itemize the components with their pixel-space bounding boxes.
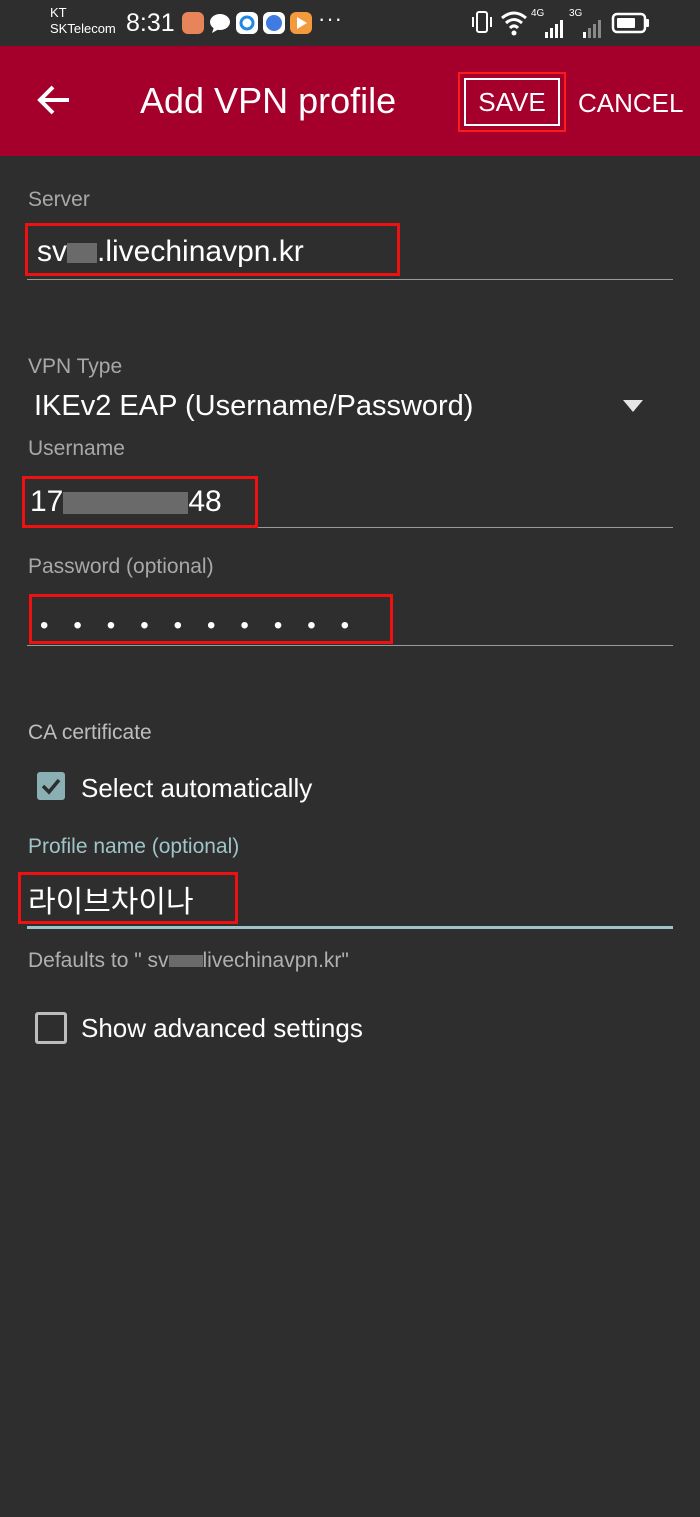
vpn-type-label: VPN Type: [28, 355, 123, 378]
profile-name-underline: [27, 926, 673, 929]
q-app-icon: [236, 12, 258, 34]
back-arrow-icon[interactable]: [36, 82, 72, 118]
profile-name-label: Profile name (optional): [28, 835, 240, 858]
vpn-type-select[interactable]: IKEv2 EAP (Username/Password): [34, 390, 473, 423]
password-highlight-box: [29, 594, 393, 644]
select-automatically-checkbox[interactable]: [37, 772, 65, 800]
save-button[interactable]: SAVE: [458, 72, 566, 132]
show-advanced-label[interactable]: Show advanced settings: [81, 1013, 363, 1044]
more-notifications-icon: ···: [318, 6, 343, 31]
helper-prefix: Defaults to " sv: [28, 949, 169, 972]
server-label: Server: [28, 188, 90, 211]
show-advanced-checkbox[interactable]: [35, 1012, 67, 1044]
profile-highlight-box: [18, 872, 238, 924]
username-label: Username: [28, 437, 125, 460]
carrier-label: KT SKTelecom: [50, 5, 116, 37]
app-bar: Add VPN profile SAVE CANCEL: [0, 46, 700, 156]
profile-default-helper: Defaults to " sv livechinavpn.kr": [28, 949, 349, 973]
select-automatically-label[interactable]: Select automatically: [81, 773, 312, 804]
password-label: Password (optional): [28, 555, 214, 578]
cancel-button[interactable]: CANCEL: [578, 88, 683, 119]
checkmark-icon: [41, 778, 61, 795]
dropdown-arrow-icon[interactable]: [623, 400, 643, 412]
browser-app-icon: [263, 12, 285, 34]
wifi-icon: [501, 11, 527, 36]
status-time: 8:31: [126, 9, 175, 37]
signal-4g-icon: 4G: [531, 8, 565, 38]
ca-certificate-label: CA certificate: [28, 721, 152, 744]
username-highlight-box: [22, 476, 258, 528]
helper-suffix: livechinavpn.kr": [202, 949, 349, 972]
password-underline: [27, 645, 673, 646]
carrier-top: KT: [50, 5, 67, 20]
page-title: Add VPN profile: [140, 80, 397, 121]
vibrate-icon: [472, 11, 492, 33]
server-underline: [27, 279, 673, 280]
battery-icon: [611, 12, 649, 34]
signal-3g-icon: 3G: [569, 8, 603, 38]
redacted-block: [168, 955, 203, 968]
server-highlight-box: [25, 223, 400, 276]
save-button-label[interactable]: SAVE: [464, 78, 560, 126]
play-app-icon: [290, 12, 312, 34]
chat-app-icon: [182, 12, 204, 34]
carrier-bottom: SKTelecom: [50, 21, 116, 36]
status-bar: KT SKTelecom 8:31 ··· 4G 3G: [0, 0, 700, 46]
message-bubble-icon: [209, 12, 231, 34]
